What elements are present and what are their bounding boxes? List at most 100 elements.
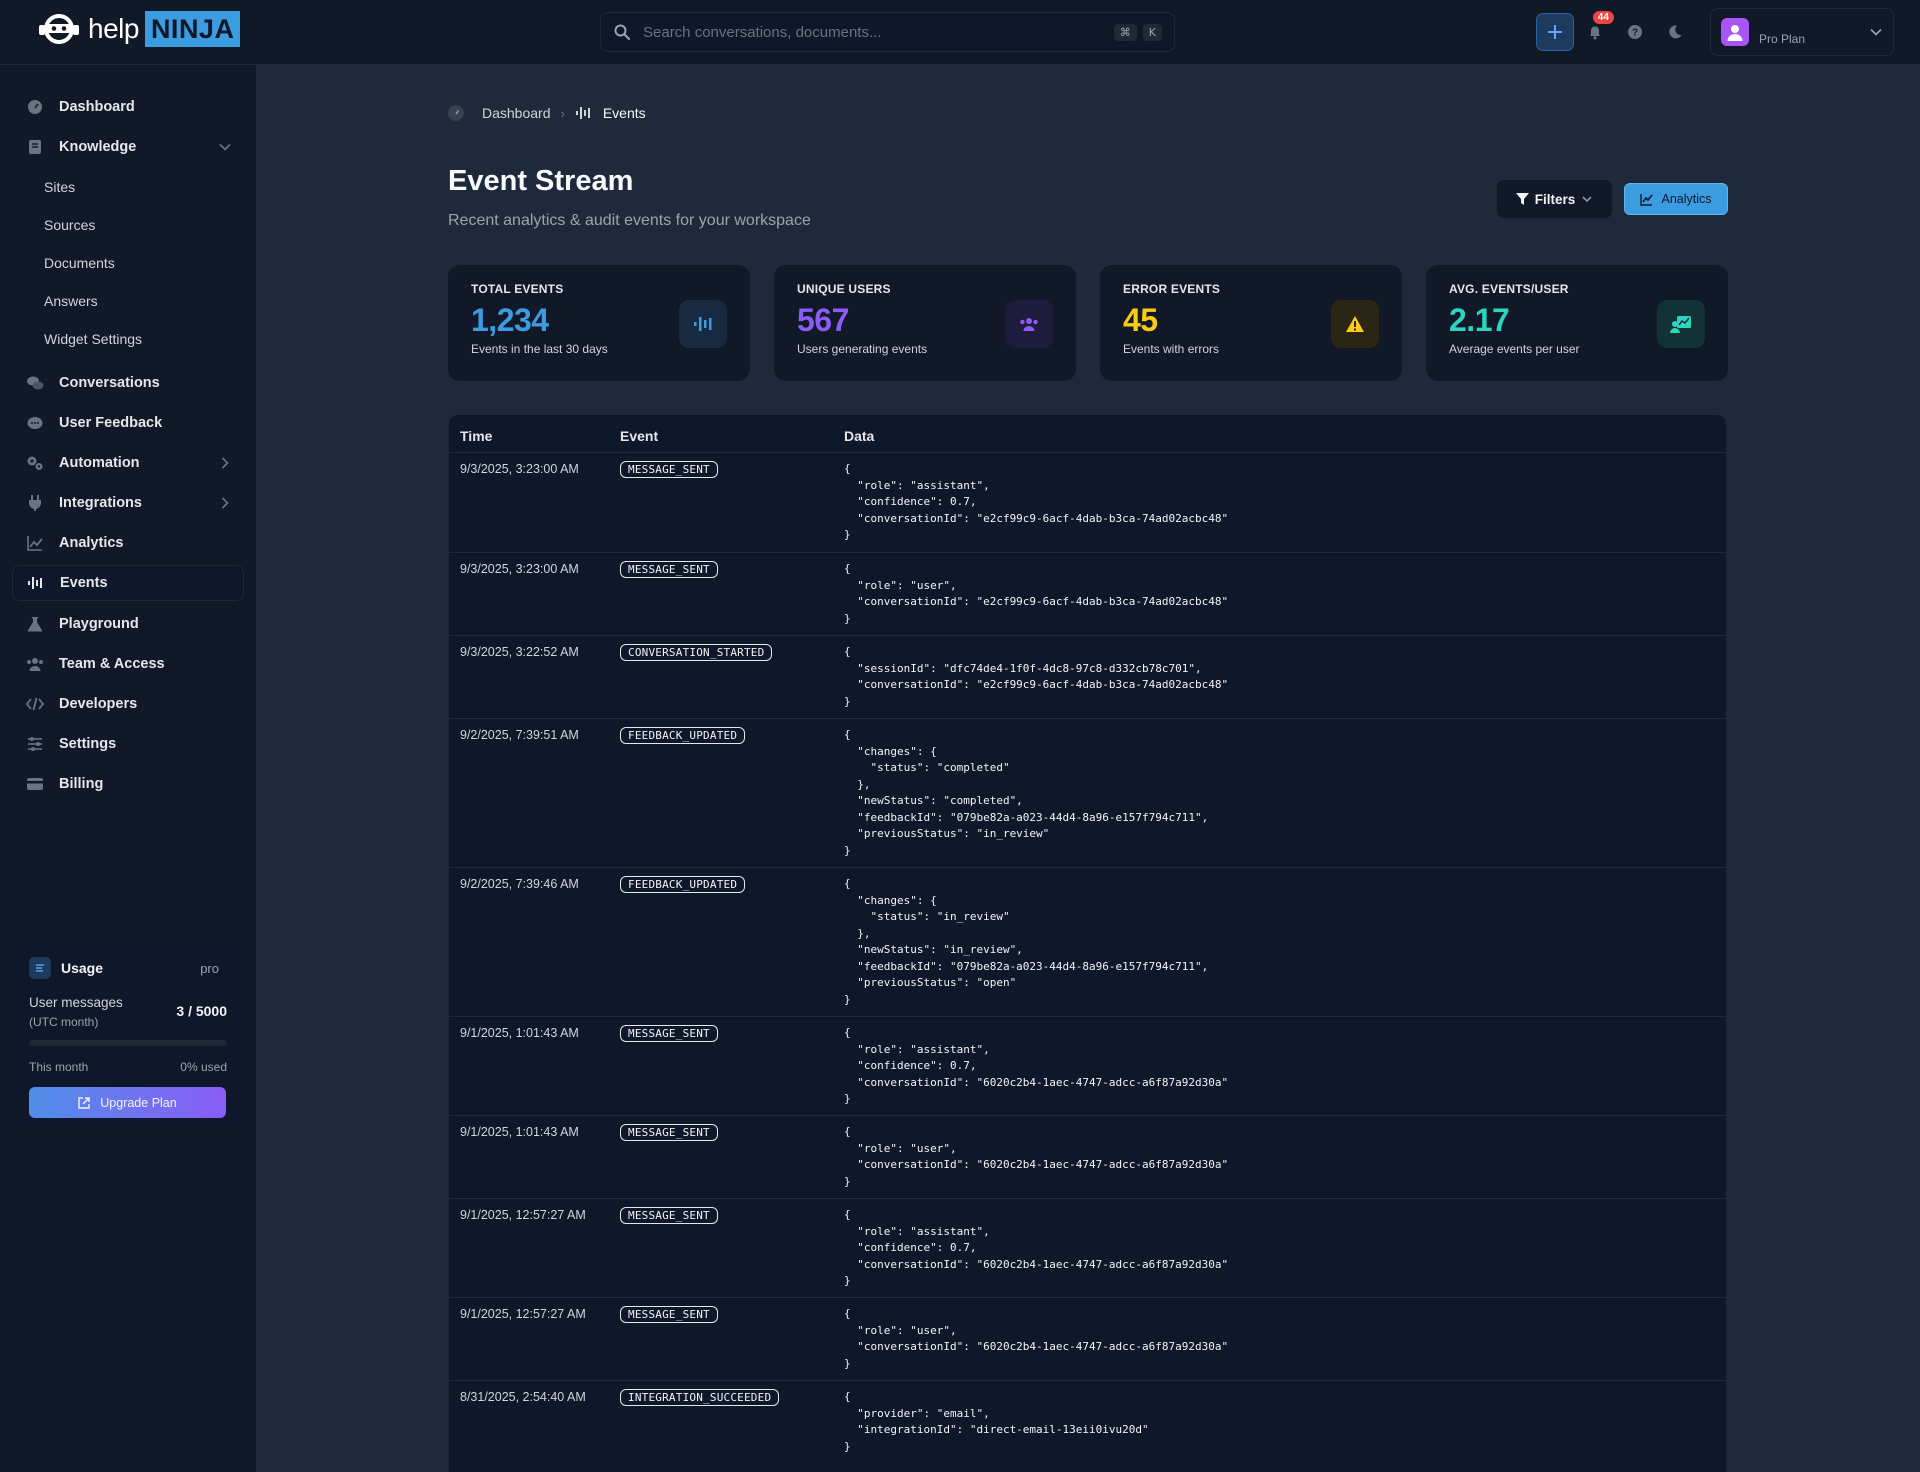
table-row[interactable]: 9/3/2025, 3:23:00 AM MESSAGE_SENT { "rol… xyxy=(449,452,1726,552)
search-input[interactable] xyxy=(643,23,1108,41)
usage-count: 3 / 5000 xyxy=(176,1003,227,1019)
event-type-badge: FEEDBACK_UPDATED xyxy=(620,727,746,744)
sidebar-item-billing[interactable]: Billing xyxy=(12,766,244,802)
create-new-button[interactable] xyxy=(1536,13,1574,51)
sidebar-item-label: Developers xyxy=(59,696,138,712)
notifications-button[interactable]: 44 xyxy=(1576,11,1614,51)
sidebar-item-settings[interactable]: Settings xyxy=(12,726,244,762)
chevron-right-icon xyxy=(221,497,229,509)
sidebar-item-automation[interactable]: Automation xyxy=(12,445,244,481)
stat-card-error-events: ERROR EVENTS 45 Events with errors xyxy=(1100,265,1402,381)
event-time: 9/3/2025, 3:23:00 AM xyxy=(460,462,579,476)
table-row[interactable]: 9/1/2025, 12:57:27 AM MESSAGE_SENT { "ro… xyxy=(449,1198,1726,1297)
stat-label: ERROR EVENTS xyxy=(1123,282,1221,296)
sidebar-item-user-feedback[interactable]: User Feedback xyxy=(12,405,244,441)
ninja-headset-icon xyxy=(39,14,79,44)
code-icon xyxy=(26,695,44,713)
table-row[interactable]: 9/3/2025, 3:23:00 AM MESSAGE_SENT { "rol… xyxy=(449,552,1726,635)
gears-icon xyxy=(26,454,44,472)
table-row[interactable]: 9/3/2025, 3:22:52 AM CONVERSATION_STARTE… xyxy=(449,635,1726,718)
external-link-icon xyxy=(78,1096,90,1109)
theme-toggle-button[interactable] xyxy=(1656,13,1694,51)
event-data: { "provider": "email", "integrationId": … xyxy=(844,1390,1149,1453)
table-row[interactable]: 9/1/2025, 12:57:27 AM MESSAGE_SENT { "ro… xyxy=(449,1297,1726,1380)
event-time: 9/1/2025, 1:01:43 AM xyxy=(460,1026,579,1040)
sidebar-item-analytics[interactable]: Analytics xyxy=(12,525,244,561)
header-actions: 44 ? xyxy=(1536,11,1694,51)
event-time: 8/31/2025, 2:54:40 AM xyxy=(460,1390,586,1404)
credit-card-icon xyxy=(26,775,44,793)
event-data: { "role": "user", "conversationId": "e2c… xyxy=(844,562,1229,625)
event-time: 9/1/2025, 12:57:27 AM xyxy=(460,1208,586,1222)
table-row[interactable]: 9/2/2025, 7:39:51 AM FEEDBACK_UPDATED { … xyxy=(449,718,1726,867)
sidebar-item-conversations[interactable]: Conversations xyxy=(12,365,244,401)
sidebar-subitem-sources[interactable]: Sources xyxy=(44,217,95,233)
usage-messages-label: User messages xyxy=(29,995,123,1010)
wave-icon xyxy=(27,574,45,592)
sidebar-item-integrations[interactable]: Integrations xyxy=(12,485,244,521)
comment-dots-icon xyxy=(26,414,44,432)
event-data: { "role": "assistant", "confidence": 0.7… xyxy=(844,462,1229,541)
chevron-down-icon xyxy=(219,143,231,151)
event-data: { "changes": { "status": "in_review" }, … xyxy=(844,877,1209,1006)
events-table: Time Event Data 9/3/2025, 3:23:00 AM MES… xyxy=(448,414,1727,1472)
chevron-right-icon: › xyxy=(560,105,565,121)
warning-icon xyxy=(1331,300,1379,348)
brand-ninja-text: NINJA xyxy=(144,11,241,47)
brand-logo[interactable]: help NINJA xyxy=(36,11,241,47)
plug-icon xyxy=(26,494,44,512)
event-type-badge: MESSAGE_SENT xyxy=(620,1025,718,1042)
sidebar-item-knowledge[interactable]: Knowledge xyxy=(12,129,244,165)
sidebar-item-events[interactable]: Events xyxy=(12,565,244,601)
table-row[interactable]: 8/31/2025, 2:54:40 AM INTEGRATION_SUCCEE… xyxy=(449,1380,1726,1472)
event-type-badge: MESSAGE_SENT xyxy=(620,1207,718,1224)
table-row[interactable]: 9/1/2025, 1:01:43 AM MESSAGE_SENT { "rol… xyxy=(449,1115,1726,1198)
sidebar-item-label: User Feedback xyxy=(59,415,163,431)
sidebar-item-playground[interactable]: Playground xyxy=(12,606,244,642)
usage-progress-bar xyxy=(29,1040,227,1046)
sidebar-item-dashboard[interactable]: Dashboard xyxy=(12,89,244,125)
sidebar-subitem-widget-settings[interactable]: Widget Settings xyxy=(44,331,142,347)
gauge-icon xyxy=(448,105,464,121)
account-menu[interactable]: Pro Plan xyxy=(1710,8,1894,56)
user-icon xyxy=(1727,25,1743,41)
stat-label: UNIQUE USERS xyxy=(797,282,891,296)
sidebar-subitem-answers[interactable]: Answers xyxy=(44,293,98,309)
svg-text:?: ? xyxy=(1632,28,1638,39)
column-header-event: Event xyxy=(620,428,659,444)
analytics-button[interactable]: Analytics xyxy=(1624,183,1728,215)
event-time: 9/1/2025, 1:01:43 AM xyxy=(460,1125,579,1139)
page-subtitle: Recent analytics & audit events for your… xyxy=(448,212,811,229)
event-time: 9/3/2025, 3:22:52 AM xyxy=(460,645,579,659)
event-time: 9/1/2025, 12:57:27 AM xyxy=(460,1307,586,1321)
table-row[interactable]: 9/2/2025, 7:39:46 AM FEEDBACK_UPDATED { … xyxy=(449,867,1726,1016)
sidebar-subitem-sites[interactable]: Sites xyxy=(44,179,75,195)
filters-button[interactable]: Filters xyxy=(1497,180,1612,218)
event-time: 9/3/2025, 3:23:00 AM xyxy=(460,562,579,576)
column-header-data: Data xyxy=(844,428,875,444)
event-data: { "role": "assistant", "confidence": 0.7… xyxy=(844,1208,1229,1287)
search-icon xyxy=(614,24,631,41)
sidebar-subitem-documents[interactable]: Documents xyxy=(44,255,115,271)
event-type-badge: INTEGRATION_SUCCEEDED xyxy=(620,1389,780,1406)
sidebar: Dashboard Knowledge Sites Sources Docume… xyxy=(0,65,256,1472)
table-row[interactable]: 9/1/2025, 1:01:43 AM MESSAGE_SENT { "rol… xyxy=(449,1016,1726,1115)
help-button[interactable]: ? xyxy=(1616,13,1654,51)
event-type-badge: CONVERSATION_STARTED xyxy=(620,644,773,661)
event-data: { "sessionId": "dfc74de4-1f0f-4dc8-97c8-… xyxy=(844,645,1229,708)
help-icon: ? xyxy=(1628,25,1642,39)
filter-icon xyxy=(1515,192,1529,205)
breadcrumb-dashboard-link[interactable]: Dashboard xyxy=(482,105,551,121)
upgrade-plan-button[interactable]: Upgrade Plan xyxy=(29,1087,226,1118)
sidebar-item-team-access[interactable]: Team & Access xyxy=(12,646,244,682)
sidebar-item-developers[interactable]: Developers xyxy=(12,686,244,722)
search-box[interactable]: ⌘ K xyxy=(600,12,1175,52)
avatar xyxy=(1721,18,1749,46)
event-type-badge: MESSAGE_SENT xyxy=(620,1306,718,1323)
sidebar-item-label: Analytics xyxy=(59,535,124,551)
chevron-right-icon xyxy=(221,457,229,469)
stat-label: TOTAL EVENTS xyxy=(471,282,564,296)
event-type-badge: MESSAGE_SENT xyxy=(620,561,718,578)
sidebar-item-label: Knowledge xyxy=(59,139,137,155)
main-content: Dashboard › Events Event Stream Recent a… xyxy=(256,65,1920,1472)
